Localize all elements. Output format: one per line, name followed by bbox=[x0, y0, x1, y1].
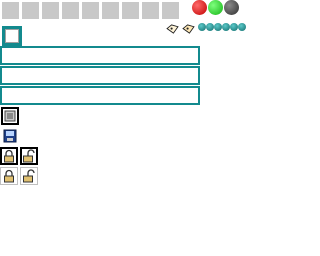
tag-icon[interactable] bbox=[182, 24, 195, 34]
bar-2[interactable] bbox=[0, 66, 200, 85]
lock-open-icon bbox=[23, 169, 35, 183]
lock-closed-icon bbox=[4, 149, 14, 163]
save-icon bbox=[3, 129, 17, 143]
bar-1[interactable] bbox=[0, 46, 200, 65]
bead-icon[interactable] bbox=[230, 23, 238, 31]
bead-icon[interactable] bbox=[222, 23, 230, 31]
image-icon bbox=[4, 110, 16, 122]
image-tile[interactable] bbox=[1, 107, 19, 125]
red-dot-icon[interactable] bbox=[192, 0, 207, 15]
tag-icon[interactable] bbox=[166, 24, 179, 34]
bead-icon[interactable] bbox=[214, 23, 222, 31]
toolbar-button-2[interactable] bbox=[22, 2, 39, 19]
selection-square-inner bbox=[5, 29, 19, 43]
toolbar-button-6[interactable] bbox=[102, 2, 119, 19]
bar-3[interactable] bbox=[0, 86, 200, 105]
toolbar-button-3[interactable] bbox=[42, 2, 59, 19]
lock-closed-tile-2[interactable] bbox=[0, 167, 18, 185]
lock-closed-tile[interactable] bbox=[0, 147, 18, 165]
lock-open-tile-2[interactable] bbox=[20, 167, 38, 185]
bead-icon[interactable] bbox=[198, 23, 206, 31]
save-tile[interactable] bbox=[1, 127, 19, 145]
toolbar-button-4[interactable] bbox=[62, 2, 79, 19]
green-dot-icon[interactable] bbox=[208, 0, 223, 15]
toolbar-button-8[interactable] bbox=[142, 2, 159, 19]
toolbar-button-5[interactable] bbox=[82, 2, 99, 19]
dark-dot-icon[interactable] bbox=[224, 0, 239, 15]
toolbar-button-7[interactable] bbox=[122, 2, 139, 19]
bead-icon[interactable] bbox=[238, 23, 246, 31]
toolbar-button-9[interactable] bbox=[162, 2, 179, 19]
lock-open-icon bbox=[23, 149, 35, 163]
toolbar-button-1[interactable] bbox=[2, 2, 19, 19]
lock-open-tile[interactable] bbox=[20, 147, 38, 165]
bead-icon[interactable] bbox=[206, 23, 214, 31]
lock-closed-icon bbox=[4, 169, 14, 183]
